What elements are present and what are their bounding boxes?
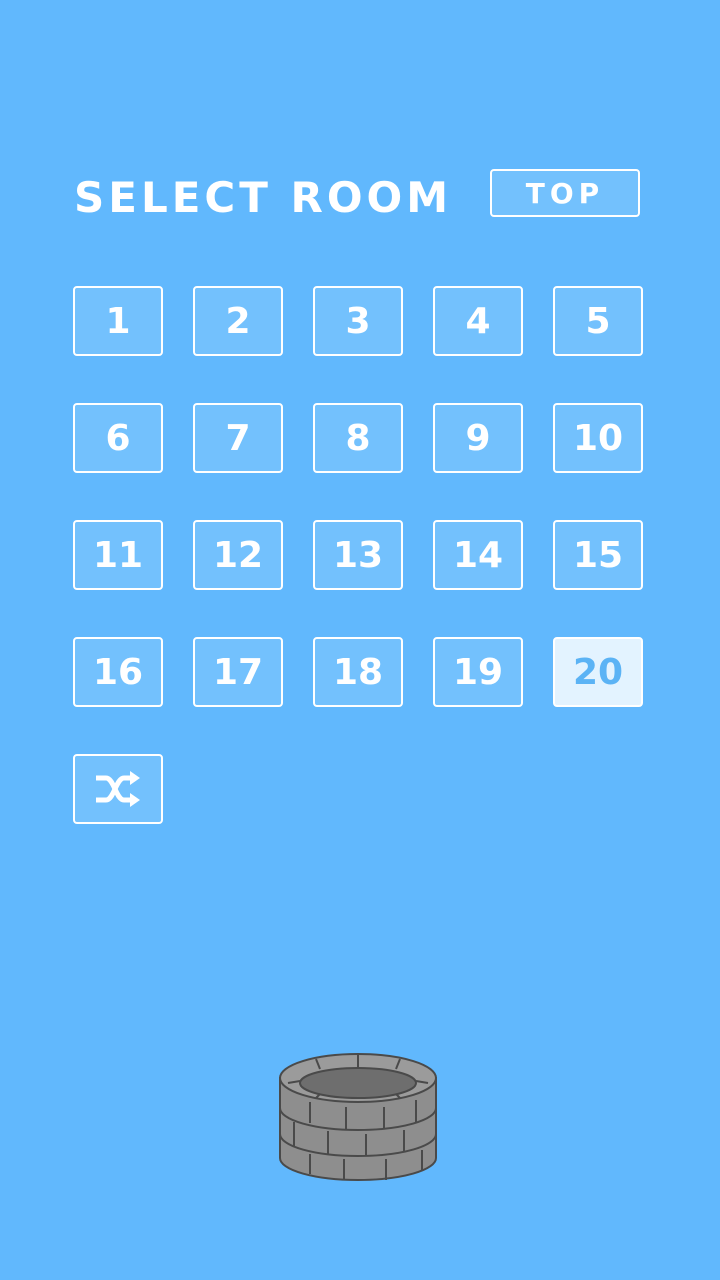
room-button-11[interactable]: 11 [73,520,163,590]
room-grid: 1 2 3 4 5 6 7 8 9 10 11 12 13 14 15 16 1… [73,286,643,824]
room-button-2[interactable]: 2 [193,286,283,356]
room-button-16[interactable]: 16 [73,637,163,707]
room-button-19[interactable]: 19 [433,637,523,707]
room-button-17[interactable]: 17 [193,637,283,707]
room-button-6[interactable]: 6 [73,403,163,473]
stone-well-icon [279,1053,437,1181]
room-button-5[interactable]: 5 [553,286,643,356]
room-button-1[interactable]: 1 [73,286,163,356]
room-button-15[interactable]: 15 [553,520,643,590]
room-button-4[interactable]: 4 [433,286,523,356]
room-button-20[interactable]: 20 [553,637,643,707]
page-title: SELECT ROOM [74,173,453,222]
room-button-12[interactable]: 12 [193,520,283,590]
shuffle-button[interactable] [73,754,163,824]
top-button[interactable]: TOP [490,169,640,217]
room-button-7[interactable]: 7 [193,403,283,473]
room-button-13[interactable]: 13 [313,520,403,590]
room-button-3[interactable]: 3 [313,286,403,356]
room-button-18[interactable]: 18 [313,637,403,707]
room-button-10[interactable]: 10 [553,403,643,473]
room-button-9[interactable]: 9 [433,403,523,473]
room-button-8[interactable]: 8 [313,403,403,473]
shuffle-icon [96,771,140,807]
room-button-14[interactable]: 14 [433,520,523,590]
